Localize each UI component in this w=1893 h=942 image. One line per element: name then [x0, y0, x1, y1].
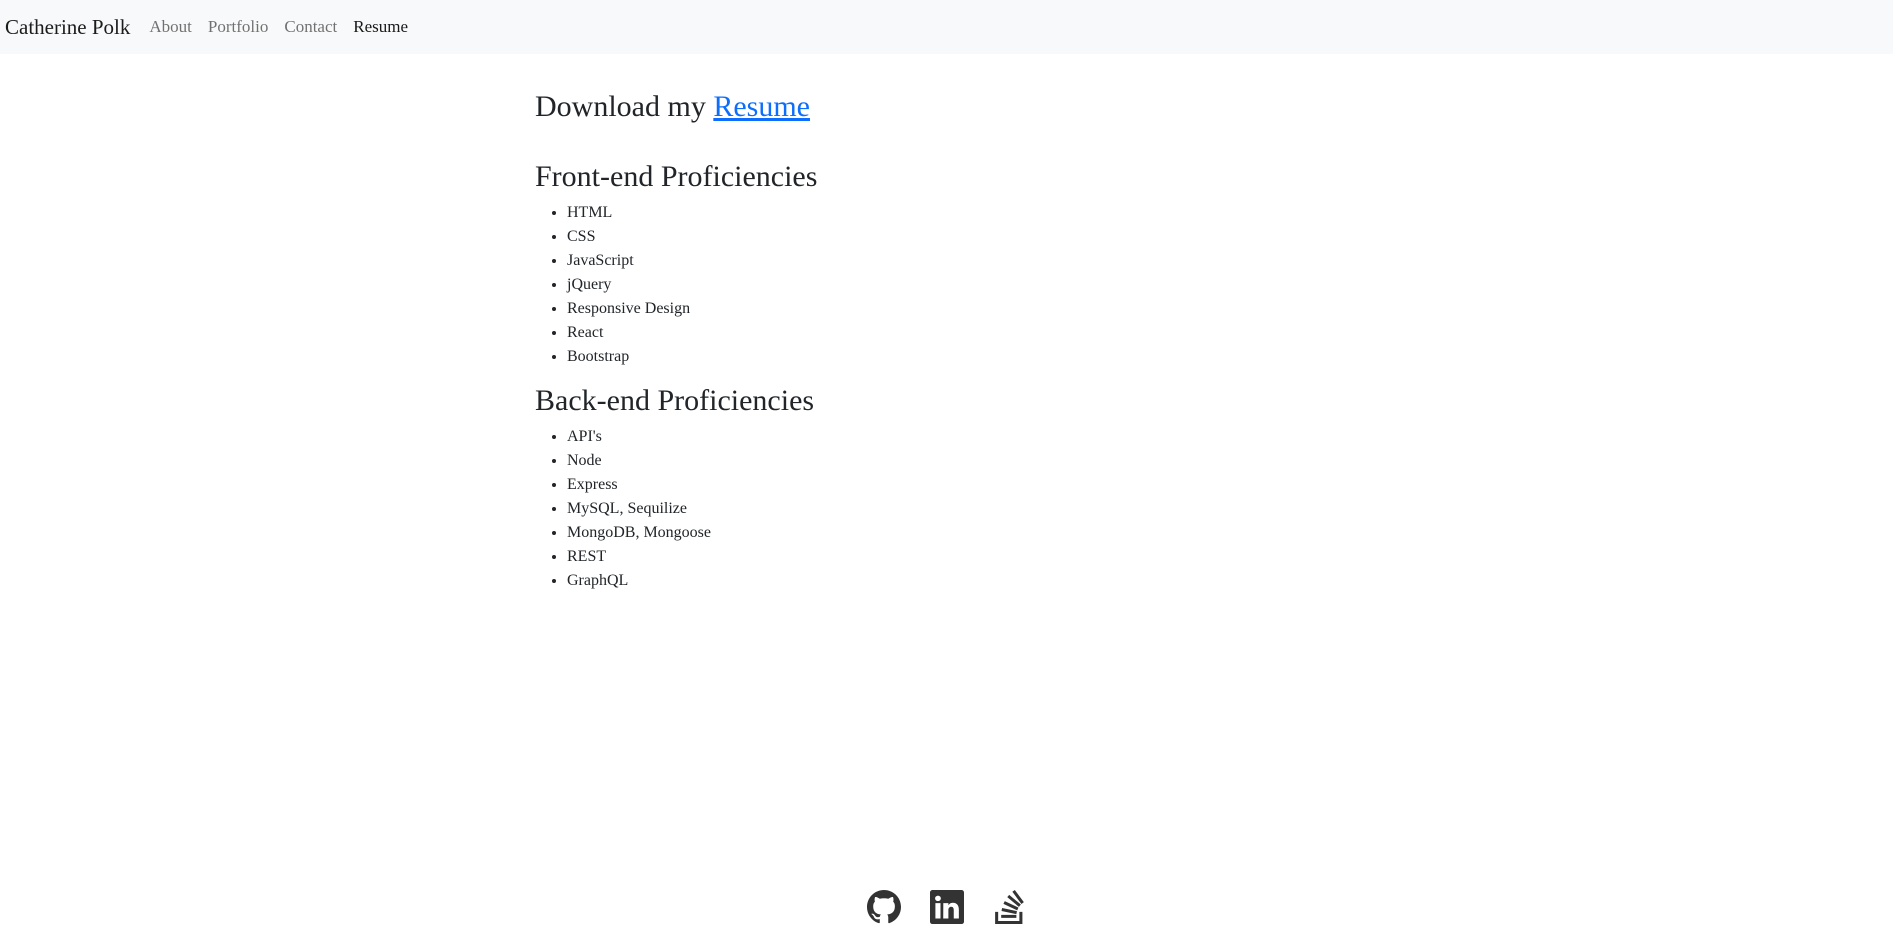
list-item: HTML: [567, 201, 1335, 225]
github-link[interactable]: [866, 890, 901, 924]
nav-link-portfolio[interactable]: Portfolio: [208, 17, 268, 37]
nav-link-about[interactable]: About: [149, 17, 192, 37]
download-prefix: Download my: [535, 90, 714, 123]
stackoverflow-link[interactable]: [993, 890, 1027, 924]
main-content: Download my Resume Front-end Proficienci…: [535, 89, 1335, 607]
footer: [0, 890, 1893, 924]
list-item: REST: [567, 545, 1335, 569]
frontend-list: HTML CSS JavaScript jQuery Responsive De…: [535, 201, 1335, 369]
list-item: Bootstrap: [567, 345, 1335, 369]
list-item: JavaScript: [567, 249, 1335, 273]
list-item: API's: [567, 425, 1335, 449]
list-item: Node: [567, 449, 1335, 473]
download-heading: Download my Resume: [535, 89, 1335, 125]
nav-link-contact[interactable]: Contact: [284, 17, 337, 37]
github-icon: [866, 890, 901, 924]
frontend-title: Front-end Proficiencies: [535, 160, 818, 193]
list-item: MongoDB, Mongoose: [567, 521, 1335, 545]
list-item: Express: [567, 473, 1335, 497]
list-item: MySQL, Sequilize: [567, 497, 1335, 521]
linkedin-icon: [929, 890, 964, 924]
nav-links: About Portfolio Contact Resume: [149, 17, 424, 37]
list-item: GraphQL: [567, 569, 1335, 593]
list-item: React: [567, 321, 1335, 345]
list-item: Responsive Design: [567, 297, 1335, 321]
navbar: Catherine Polk About Portfolio Contact R…: [0, 0, 1893, 54]
resume-download-link[interactable]: Resume: [713, 90, 810, 123]
backend-list: API's Node Express MySQL, Sequilize Mong…: [535, 425, 1335, 593]
nav-link-resume[interactable]: Resume: [353, 17, 408, 37]
list-item: jQuery: [567, 273, 1335, 297]
backend-title: Back-end Proficiencies: [535, 384, 815, 417]
stackoverflow-icon: [994, 890, 1024, 924]
linkedin-link[interactable]: [929, 890, 964, 924]
list-item: CSS: [567, 225, 1335, 249]
brand-link[interactable]: Catherine Polk: [5, 15, 130, 40]
